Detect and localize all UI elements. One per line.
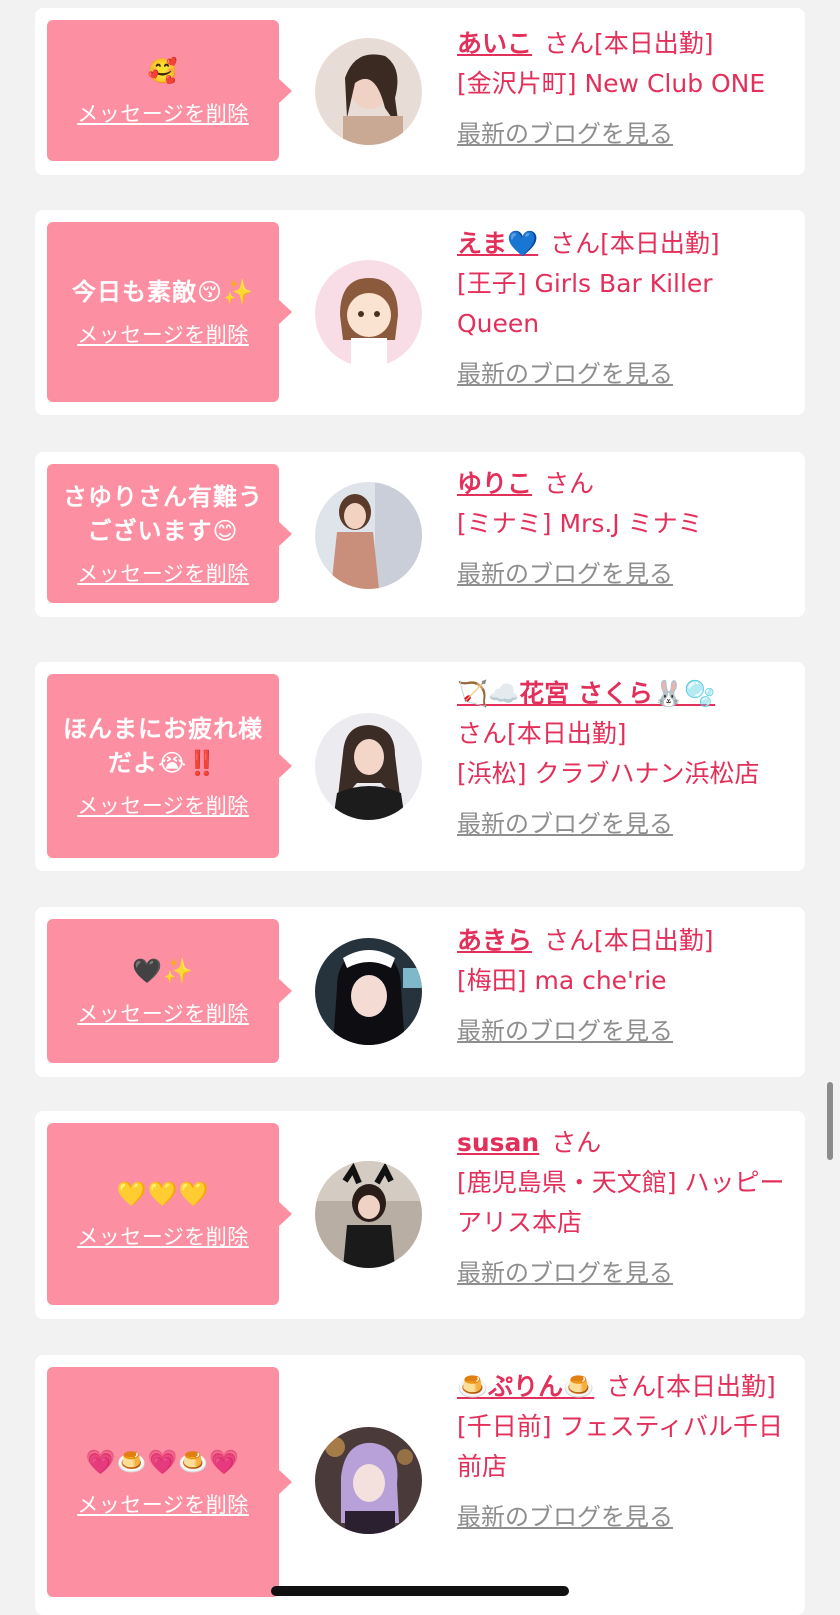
message-text: 💛💛💛 [116,1180,210,1208]
message-bubble: 🖤✨ メッセージを削除 [47,919,279,1063]
working-today-badge: [本日出勤] [507,719,627,748]
shop-name: クラブハナン浜松店 [534,759,760,788]
honorific: さん [550,229,601,258]
delete-message-link[interactable]: メッセージを削除 [77,998,249,1028]
cast-info: えま💙 さん[本日出勤] [王子] Girls Bar Killer Queen … [457,224,791,389]
shop-line: [ミナミ] Mrs.J ミナミ [457,504,791,544]
honorific: さん [457,719,508,748]
cast-name-link[interactable]: あいこ [457,29,532,58]
shop-area: [ミナミ] [457,509,552,538]
message-text: さゆりさん有難うございます😊 [63,482,263,545]
message-text: 今日も素敵😚✨ [72,278,254,306]
latest-blog-link[interactable]: 最新のブログを見る [457,354,673,389]
avatar[interactable] [315,1161,422,1268]
latest-blog-link[interactable]: 最新のブログを見る [457,114,673,149]
message-card: 🥰 メッセージを削除 あいこ さん[本日出勤] [金沢片町] New Club O… [35,8,805,175]
shop-line: [金沢片町] New Club ONE [457,64,791,104]
avatar[interactable] [315,938,422,1045]
shop-name: Mrs.J ミナミ [559,509,703,538]
latest-blog-link[interactable]: 最新のブログを見る [457,804,673,839]
delete-message-link[interactable]: メッセージを削除 [77,558,249,588]
shop-area: [鹿児島県・天文館] [457,1168,677,1197]
delete-message-link[interactable]: メッセージを削除 [77,790,249,820]
working-today-badge: [本日出勤] [656,1372,776,1401]
message-card: 🖤✨ メッセージを削除 あきら さん[本日出勤] [梅田] ma che'rie … [35,907,805,1077]
message-card: 💗🍮💗🍮💗 メッセージを削除 🍮ぷりん🍮 さん[本日出勤] [千日前] フェスティ… [35,1355,805,1615]
honorific: さん [544,469,595,498]
message-bubble: さゆりさん有難うございます😊 メッセージを削除 [47,464,279,603]
latest-blog-link[interactable]: 最新のブログを見る [457,554,673,589]
message-card: さゆりさん有難うございます😊 メッセージを削除 ゆりこ さん [ミナミ] Mrs.… [35,452,805,617]
latest-blog-link[interactable]: 最新のブログを見る [457,1011,673,1046]
message-text: ほんまにお疲れ様だよ😭‼️ [63,715,263,777]
avatar[interactable] [315,38,422,145]
shop-line: [鹿児島県・天文館] ハッピーアリス本店 [457,1163,791,1243]
shop-name: ma che'rie [534,966,667,995]
shop-area: [梅田] [457,966,527,995]
cast-info: あいこ さん[本日出勤] [金沢片町] New Club ONE 最新のブログを見… [457,24,791,149]
honorific: さん [606,1372,657,1401]
latest-blog-link[interactable]: 最新のブログを見る [457,1253,673,1288]
cast-info: ゆりこ さん [ミナミ] Mrs.J ミナミ 最新のブログを見る [457,464,791,589]
avatar[interactable] [315,1427,422,1534]
honorific: さん [551,1128,602,1157]
message-bubble: 💗🍮💗🍮💗 メッセージを削除 [47,1367,279,1597]
cast-name-link[interactable]: ゆりこ [457,469,532,498]
shop-area: [金沢片町] [457,69,577,98]
working-today-badge: [本日出勤] [594,926,714,955]
avatar[interactable] [315,260,422,367]
shop-line: [千日前] フェスティバル千日前店 [457,1407,791,1487]
home-indicator[interactable] [271,1586,569,1596]
message-text: 🖤✨ [132,957,194,985]
cast-name-link[interactable]: 🏹☁️花宮 さくら🐰🫧 [457,679,715,708]
shop-name: New Club ONE [584,69,766,98]
message-bubble: 今日も素敵😚✨ メッセージを削除 [47,222,279,402]
working-today-badge: [本日出勤] [600,229,720,258]
honorific: さん [544,29,595,58]
cast-info: 🍮ぷりん🍮 さん[本日出勤] [千日前] フェスティバル千日前店 最新のブログを見… [457,1367,791,1532]
cast-name-link[interactable]: あきら [457,926,532,955]
cast-name-link[interactable]: susan [457,1128,539,1157]
cast-name-link[interactable]: えま💙 [457,229,538,258]
message-card: ほんまにお疲れ様だよ😭‼️ メッセージを削除 🏹☁️花宮 さくら🐰🫧 さん[本日… [35,662,805,871]
message-text: 🥰 [147,56,179,85]
message-card: 今日も素敵😚✨ メッセージを削除 えま💙 さん[本日出勤] [王子] Girls … [35,210,805,415]
latest-blog-link[interactable]: 最新のブログを見る [457,1497,673,1532]
delete-message-link[interactable]: メッセージを削除 [77,1489,249,1519]
cast-info: susan さん [鹿児島県・天文館] ハッピーアリス本店 最新のブログを見る [457,1123,791,1288]
cast-info: あきら さん[本日出勤] [梅田] ma che'rie 最新のブログを見る [457,921,791,1046]
working-today-badge: [本日出勤] [594,29,714,58]
message-text: 💗🍮💗🍮💗 [85,1448,241,1476]
shop-area: [千日前] [457,1412,552,1441]
shop-area: [浜松] [457,759,527,788]
message-card: 💛💛💛 メッセージを削除 susan さん [鹿児島県・天文館] ハッピーアリス本… [35,1111,805,1319]
shop-line: [王子] Girls Bar Killer Queen [457,264,791,344]
delete-message-link[interactable]: メッセージを削除 [77,319,249,349]
delete-message-link[interactable]: メッセージを削除 [77,1221,249,1251]
message-bubble: 🥰 メッセージを削除 [47,20,279,161]
avatar[interactable] [315,713,422,820]
scrollbar-thumb[interactable] [827,1082,833,1160]
honorific: さん [544,926,595,955]
cast-name-link[interactable]: 🍮ぷりん🍮 [457,1372,594,1401]
delete-message-link[interactable]: メッセージを削除 [77,98,249,128]
shop-line: [浜松] クラブハナン浜松店 [457,754,791,794]
message-bubble: 💛💛💛 メッセージを削除 [47,1123,279,1305]
avatar[interactable] [315,482,422,589]
message-bubble: ほんまにお疲れ様だよ😭‼️ メッセージを削除 [47,674,279,858]
cast-info: 🏹☁️花宮 さくら🐰🫧 さん[本日出勤] [浜松] クラブハナン浜松店 最新のブ… [457,674,791,839]
shop-area: [王子] [457,269,527,298]
shop-line: [梅田] ma che'rie [457,961,791,1001]
